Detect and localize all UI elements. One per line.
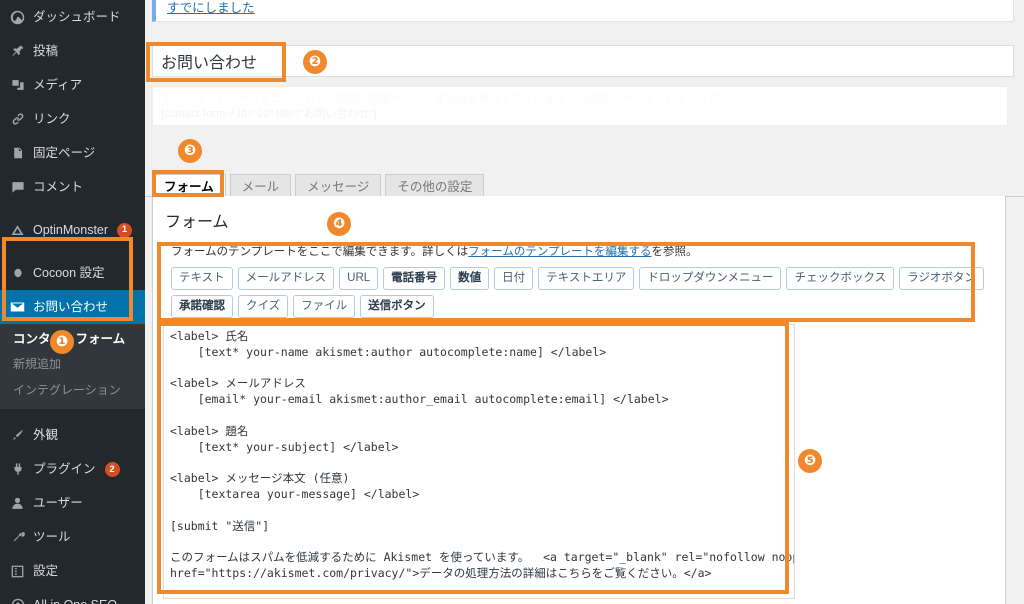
form-template-doc-link[interactable]: フォームのテンプレートを編集する (468, 246, 651, 258)
link-icon (9, 111, 26, 128)
sidebar-item-media[interactable]: メディア (0, 68, 145, 102)
sidebar-item-label: お問い合わせ (33, 299, 109, 314)
sidebar-item-label: OptinMonster (33, 222, 109, 237)
sidebar-item-comments[interactable]: コメント (0, 170, 145, 204)
brush-icon (9, 427, 26, 444)
comment-icon (9, 179, 26, 196)
tag-button-select[interactable]: ドロップダウンメニュー (639, 267, 782, 291)
wordpress-admin-screen: ダッシュボード 投稿 メディア リンク 固定ページ コメント OptinMons… (0, 0, 1024, 604)
tag-desc-post: を参照。 (651, 246, 698, 258)
contact-form-submenu: コンタクトフォーム 新規追加 インテグレーション (0, 324, 145, 410)
tag-button-row-1: テキスト メールアドレス URL 電話番号 数値 日付 テキストエリア ドロップ… (171, 267, 987, 319)
wrench-icon (9, 529, 26, 546)
form-title-input[interactable] (152, 45, 1014, 77)
form-editor-column: 下のショートコードをコピーして、投稿、固定ページ、またはテキストウィジェットの内… (152, 45, 1014, 126)
page-icon (9, 145, 26, 162)
sidebar-item-settings[interactable]: 設定 (0, 554, 145, 588)
submenu-item-contact-forms[interactable]: コンタクトフォーム (0, 326, 145, 352)
menu-separator (0, 409, 145, 418)
panel-heading: フォーム (165, 214, 229, 231)
sidebar-item-label: メディア (33, 77, 83, 92)
tag-button-email[interactable]: メールアドレス (237, 267, 335, 291)
sidebar-item-label: ダッシュボード (33, 9, 121, 24)
submenu-item-add-new[interactable]: 新規追加 (0, 352, 145, 378)
sidebar-item-label: All in One SEO (33, 599, 117, 604)
sidebar-item-appearance[interactable]: 外観 (0, 418, 145, 452)
aioseo-icon (9, 597, 26, 604)
tag-button-number[interactable]: 数値 (450, 267, 490, 291)
sidebar-item-label: リンク (33, 111, 71, 126)
sidebar-item-contact-form[interactable]: お問い合わせ (0, 290, 145, 324)
sidebar-item-links[interactable]: リンク (0, 102, 145, 136)
tag-button-tel[interactable]: 電話番号 (383, 267, 446, 291)
tag-desc-pre: フォームのテンプレートをここで編集できます。詳しくは (171, 246, 469, 258)
sidebar-item-label: 設定 (33, 564, 59, 579)
form-tab-panel: フォーム フォームのテンプレートをここで編集できます。詳しくはフォームのテンプレ… (152, 196, 1006, 604)
sidebar-item-label: ユーザー (33, 496, 83, 511)
sidebar-badge-count: 2 (104, 461, 120, 477)
sidebar-item-label: コメント (33, 179, 84, 194)
optinmonster-icon (9, 222, 26, 239)
tag-button-textarea[interactable]: テキストエリア (538, 267, 635, 291)
tag-generator-description: フォームのテンプレートをここで編集できます。詳しくはフォームのテンプレートを編集… (171, 244, 987, 260)
tag-button-acceptance[interactable]: 承諾確認 (171, 295, 233, 319)
media-icon (9, 77, 26, 94)
dashboard-icon (9, 9, 26, 26)
tag-button-quiz[interactable]: クイズ (238, 295, 289, 319)
sidebar-item-label: 外観 (33, 428, 59, 443)
sidebar-item-label: Cocoon 設定 (33, 265, 105, 280)
admin-sidebar: ダッシュボード 投稿 メディア リンク 固定ページ コメント OptinMons… (0, 0, 145, 604)
tag-button-url[interactable]: URL (339, 267, 379, 291)
sidebar-item-label: 投稿 (33, 43, 59, 58)
envelope-icon (9, 299, 26, 316)
sidebar-item-label: ツール (33, 530, 71, 545)
sidebar-item-pages[interactable]: 固定ページ (0, 136, 145, 170)
editor-tabs: フォーム メール メッセージ その他の設定 (152, 171, 488, 199)
tag-button-radio[interactable]: ラジオボタン (899, 267, 984, 291)
user-icon (9, 495, 26, 512)
sidebar-badge-count: 1 (117, 222, 133, 238)
sidebar-item-users[interactable]: ユーザー (0, 486, 145, 520)
tag-generator-toolbar: フォームのテンプレートをここで編集できます。詳しくはフォームのテンプレートを編集… (163, 238, 995, 326)
cocoon-icon (9, 265, 26, 282)
pin-icon (9, 43, 26, 60)
sidebar-item-optinmonster[interactable]: OptinMonster 1 (0, 213, 145, 247)
tag-button-text[interactable]: テキスト (171, 267, 233, 291)
submenu-item-integration[interactable]: インテグレーション (0, 378, 145, 404)
sidebar-item-plugins[interactable]: プラグイン 2 (0, 452, 145, 486)
sidebar-item-all-in-one-seo[interactable]: All in One SEO (0, 588, 145, 604)
shortcode-value[interactable]: [contact-form-7 id="10" title="お問い合わせ"] (161, 107, 999, 122)
tag-button-file[interactable]: ファイル (293, 295, 356, 319)
sidebar-item-label: プラグイン (33, 462, 96, 477)
settings-icon (9, 563, 26, 580)
tag-button-checkbox[interactable]: チェックボックス (786, 267, 895, 291)
notice-dismiss-link[interactable]: すでにしました (167, 0, 255, 16)
admin-notice: すでにしました (152, 0, 1014, 22)
tag-button-date[interactable]: 日付 (494, 267, 534, 291)
menu-separator (0, 204, 145, 213)
plug-icon (9, 461, 26, 478)
sidebar-item-dashboard[interactable]: ダッシュボード (0, 0, 145, 34)
menu-separator (0, 247, 145, 256)
sidebar-item-label: 固定ページ (33, 145, 96, 160)
sidebar-item-posts[interactable]: 投稿 (0, 34, 145, 68)
form-code-textarea[interactable]: <label> 氏名 [text* your-name akismet:auth… (163, 324, 795, 599)
tag-button-submit[interactable]: 送信ボタン (360, 295, 434, 319)
sidebar-item-cocoon-settings[interactable]: Cocoon 設定 (0, 256, 145, 290)
shortcode-panel: 下のショートコードをコピーして、投稿、固定ページ、またはテキストウィジェットの内… (152, 86, 1008, 126)
shortcode-help-text: 下のショートコードをコピーして、投稿、固定ページ、またはテキストウィジェットの内… (161, 93, 742, 105)
sidebar-item-tools[interactable]: ツール (0, 520, 145, 554)
